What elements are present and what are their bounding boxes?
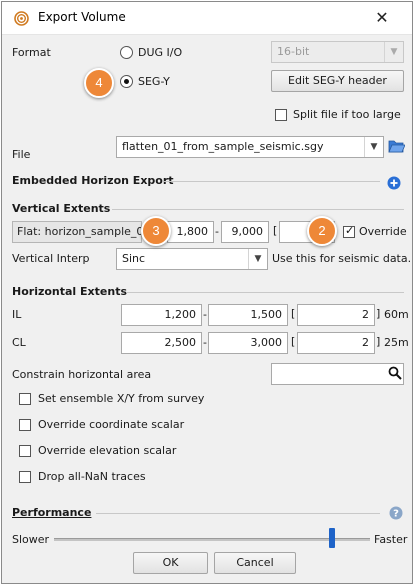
bit-depth-select[interactable]: 16-bit ▼	[271, 41, 404, 63]
file-select[interactable]: flatten_01_from_sample_seismic.sgy ▼	[116, 136, 384, 158]
il-spacing: 60m	[384, 308, 409, 321]
vertical-range-from[interactable]: 1,800	[167, 221, 214, 243]
step-bracket: [	[291, 335, 296, 348]
cl-step-field[interactable]: 2	[297, 332, 375, 354]
split-file-checkbox[interactable]	[275, 109, 287, 121]
window-title: Export Volume	[38, 10, 126, 24]
range-dash: -	[215, 225, 219, 238]
performance-heading: Performance	[12, 506, 92, 519]
override-coordinate-scalar-label: Override coordinate scalar	[38, 418, 185, 431]
divider	[164, 181, 380, 182]
set-ensemble-xy-checkbox[interactable]	[19, 393, 31, 405]
callout-badge: 4	[84, 68, 114, 98]
close-icon[interactable]: ✕	[372, 8, 392, 28]
vertical-interp-value: Sinc	[122, 252, 146, 265]
title-bar: Export Volume ✕	[2, 2, 412, 35]
horizontal-extents-heading: Horizontal Extents	[12, 285, 127, 298]
override-label: Override	[359, 225, 407, 238]
chevron-down-icon: ▼	[364, 137, 383, 157]
range-dash: -	[203, 336, 207, 349]
cl-to-field[interactable]: 3,000	[208, 332, 288, 354]
export-volume-dialog: Export Volume ✕ Format DUG I/O 16-bit ▼ …	[1, 1, 413, 584]
il-label: IL	[12, 308, 22, 321]
chevron-down-icon: ▼	[384, 42, 403, 62]
folder-open-icon[interactable]	[388, 138, 405, 154]
file-value: flatten_01_from_sample_seismic.sgy	[122, 140, 324, 153]
cl-label: CL	[12, 336, 26, 349]
search-icon[interactable]	[388, 366, 402, 380]
radio-segy-label: SEG-Y	[138, 75, 170, 88]
flat-horizon-field: Flat: horizon_sample_01	[12, 221, 142, 243]
cancel-button[interactable]: Cancel	[214, 552, 296, 574]
vertical-extents-heading: Vertical Extents	[12, 202, 111, 215]
chevron-down-icon: ▼	[248, 249, 267, 269]
help-icon[interactable]: ?	[389, 506, 403, 520]
bit-depth-value: 16-bit	[277, 45, 310, 58]
svg-text:?: ?	[393, 509, 399, 520]
cl-from-field[interactable]: 2,500	[121, 332, 202, 354]
callout-badge: 3	[141, 216, 171, 246]
plus-circle-icon[interactable]	[387, 176, 401, 190]
cl-spacing: 25m	[384, 336, 409, 349]
vertical-interp-label: Vertical Interp	[12, 252, 90, 265]
override-checkbox[interactable]: ✓	[343, 224, 355, 238]
step-bracket: [	[273, 224, 278, 237]
set-ensemble-xy-label: Set ensemble X/Y from survey	[38, 392, 205, 405]
vertical-range-to[interactable]: 9,000	[221, 221, 269, 243]
step-bracket: [	[291, 307, 296, 320]
range-dash: -	[203, 308, 207, 321]
radio-dug-io[interactable]	[120, 46, 133, 59]
ok-button[interactable]: OK	[133, 552, 208, 574]
override-coordinate-scalar-checkbox[interactable]	[19, 419, 31, 431]
performance-slider-track[interactable]	[54, 538, 370, 541]
slower-label: Slower	[12, 533, 50, 546]
il-from-field[interactable]: 1,200	[121, 304, 202, 326]
divider	[112, 209, 404, 210]
step-bracket-close: ]	[376, 335, 381, 348]
radio-dug-io-label: DUG I/O	[138, 46, 183, 59]
drop-nan-traces-label: Drop all-NaN traces	[38, 470, 146, 483]
file-label: File	[12, 148, 31, 161]
step-bracket-close: ]	[376, 307, 381, 320]
override-elevation-scalar-label: Override elevation scalar	[38, 444, 177, 457]
il-step-field[interactable]: 2	[297, 304, 375, 326]
vertical-interp-note: Use this for seismic data.	[272, 252, 412, 265]
vertical-interp-select[interactable]: Sinc ▼	[116, 248, 268, 270]
target-icon	[14, 11, 29, 26]
constrain-area-label: Constrain horizontal area	[12, 368, 152, 381]
edit-segy-header-button[interactable]: Edit SEG-Y header	[271, 70, 404, 92]
divider	[96, 513, 380, 514]
override-elevation-scalar-checkbox[interactable]	[19, 445, 31, 457]
radio-segy[interactable]	[120, 75, 133, 88]
split-file-label: Split file if too large	[293, 108, 401, 121]
constrain-area-field[interactable]	[271, 363, 404, 385]
performance-slider-thumb[interactable]	[329, 528, 336, 548]
faster-label: Faster	[374, 533, 408, 546]
embedded-horizon-heading: Embedded Horizon Export	[12, 174, 174, 187]
divider	[126, 292, 404, 293]
format-label: Format	[12, 46, 51, 59]
callout-badge: 2	[307, 216, 337, 246]
drop-nan-traces-checkbox[interactable]	[19, 471, 31, 483]
il-to-field[interactable]: 1,500	[208, 304, 288, 326]
